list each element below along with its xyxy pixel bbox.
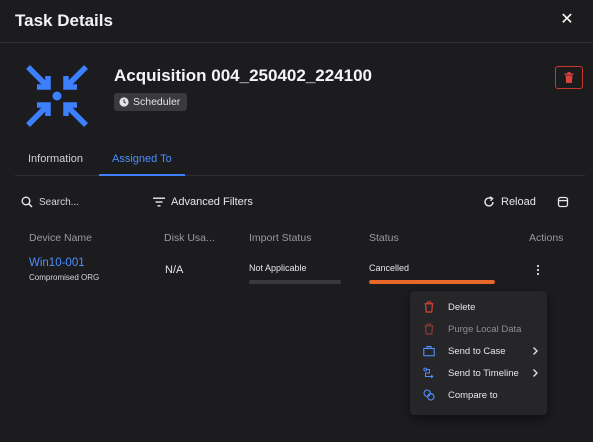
reload-icon — [484, 196, 494, 207]
tab-information[interactable]: Information — [15, 145, 96, 176]
menu-item-label: Send to Case — [448, 346, 506, 357]
row-actions-menu: Delete Purge Local Data Send to Case Sen… — [410, 291, 547, 415]
status-text: Cancelled — [369, 263, 410, 273]
tab-bar: Information Assigned To — [15, 145, 585, 176]
trash-icon — [424, 301, 434, 313]
delete-task-button[interactable] — [555, 66, 583, 89]
acquisition-arrows-icon — [26, 65, 88, 127]
advanced-filters-button[interactable]: Advanced Filters — [153, 193, 253, 211]
menu-item-label: Delete — [448, 302, 476, 313]
menu-item-label: Purge Local Data — [448, 324, 522, 335]
row-actions-kebab-icon[interactable] — [533, 263, 543, 277]
task-type-badge: Scheduler — [114, 93, 188, 111]
trash-icon — [424, 323, 434, 335]
device-organization: Compromised ORG — [29, 273, 100, 282]
storage-button[interactable] — [557, 193, 569, 211]
menu-item-label: Send to Timeline — [448, 368, 519, 379]
menu-item-compare-to[interactable]: Compare to — [410, 386, 547, 406]
database-icon — [557, 196, 569, 208]
import-progress-bar — [249, 280, 341, 284]
menu-item-label: Compare to — [448, 390, 498, 401]
menu-item-send-to-case[interactable]: Send to Case — [410, 342, 547, 362]
column-header-disk-usage[interactable]: Disk Usa... — [164, 232, 215, 244]
column-header-import-status[interactable]: Import Status — [249, 232, 311, 244]
reload-label: Reload — [501, 196, 536, 208]
search-input[interactable] — [39, 196, 129, 208]
device-name-link[interactable]: Win10-001 — [29, 257, 85, 269]
column-header-device-name[interactable]: Device Name — [29, 232, 92, 244]
advanced-filters-label: Advanced Filters — [171, 196, 253, 208]
task-details-modal: Task Details ✕ Acquisition 004_250402_22… — [0, 0, 593, 442]
close-icon: ✕ — [560, 11, 574, 28]
status-progress-bar — [369, 280, 495, 284]
menu-item-send-to-timeline[interactable]: Send to Timeline — [410, 364, 547, 384]
modal-title: Task Details — [15, 11, 113, 30]
timeline-icon — [423, 367, 434, 379]
import-status-text: Not Applicable — [249, 263, 307, 273]
clock-icon — [119, 97, 129, 107]
chevron-right-icon — [533, 347, 538, 355]
trash-icon — [564, 72, 574, 83]
search-box[interactable] — [21, 193, 129, 211]
tab-assigned-to[interactable]: Assigned To — [99, 145, 185, 176]
chevron-right-icon — [533, 369, 538, 377]
briefcase-icon — [423, 346, 435, 357]
status-progress-fill — [369, 280, 495, 284]
task-title: Acquisition 004_250402_224100 — [114, 66, 373, 85]
disk-usage-value: N/A — [165, 264, 184, 276]
column-header-status[interactable]: Status — [369, 232, 399, 244]
menu-item-delete[interactable]: Delete — [410, 298, 547, 318]
menu-item-purge-local-data[interactable]: Purge Local Data — [410, 320, 547, 340]
reload-button[interactable]: Reload — [483, 193, 536, 211]
task-type-label: Scheduler — [133, 96, 181, 108]
close-button[interactable]: ✕ — [557, 10, 577, 30]
filter-icon — [153, 197, 165, 207]
search-icon — [21, 196, 33, 208]
compare-icon — [423, 389, 435, 401]
modal-header: Task Details ✕ — [0, 0, 593, 43]
column-header-actions: Actions — [529, 232, 564, 244]
